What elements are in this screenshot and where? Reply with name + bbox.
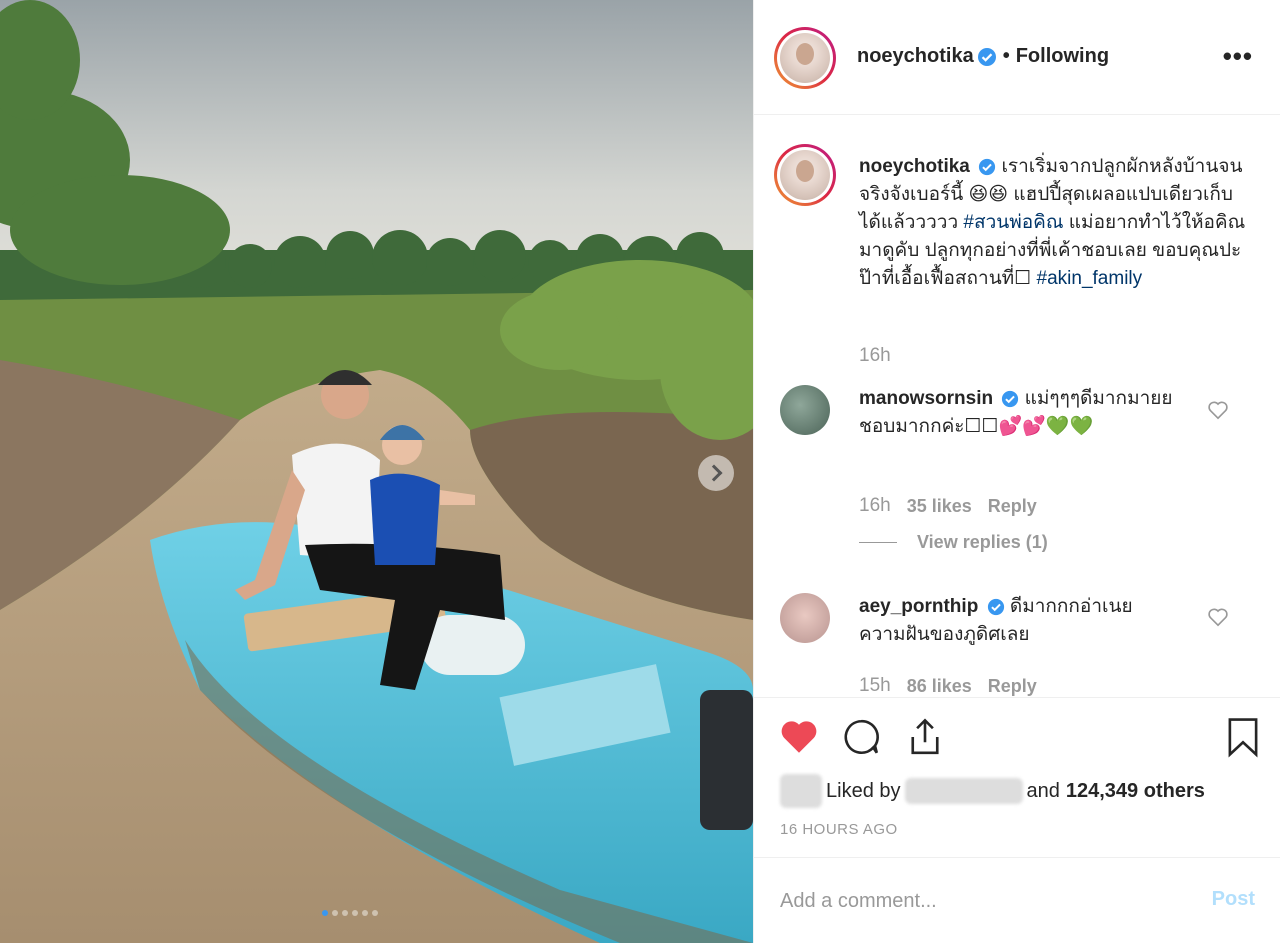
hashtag-link[interactable]: #สวนพ่อคิณ [963, 212, 1063, 233]
caption-time[interactable]: 16h [859, 345, 891, 367]
liked-heart-icon[interactable] [778, 716, 820, 758]
carousel-dot [322, 910, 328, 916]
chevron-right-icon [705, 464, 723, 482]
carousel-indicator [322, 910, 378, 916]
likes-count[interactable]: 124,349 others [1066, 780, 1205, 803]
hashtag-link[interactable]: #akin_family [1037, 268, 1143, 289]
comment-time[interactable]: 16h [859, 495, 891, 517]
separator-dot: • [1002, 45, 1010, 67]
liker-username[interactable] [904, 778, 1023, 804]
verified-badge-icon [1002, 390, 1019, 408]
photo-scene [0, 0, 753, 943]
liked-by-label: Liked by [826, 779, 901, 802]
carousel-dot [332, 910, 338, 916]
more-options-button[interactable]: ••• [1223, 43, 1253, 69]
view-replies-button[interactable]: View replies (1) [859, 532, 1048, 553]
add-comment-input[interactable] [778, 882, 1182, 920]
comment-meta: 16h 35 likes Reply [859, 495, 1037, 517]
commenter-username-link[interactable]: aey_pornthip [859, 596, 978, 617]
post-photo[interactable] [0, 0, 753, 943]
carousel-dot [372, 910, 378, 916]
share-icon[interactable] [904, 716, 946, 758]
comment-meta: 15h 86 likes Reply [859, 675, 1037, 697]
view-replies-label: View replies (1) [917, 532, 1048, 552]
post-header: noeychotika • Following ••• [754, 0, 1280, 115]
commenter-avatar[interactable] [780, 385, 830, 435]
commenter-username-link[interactable]: manowsornsin [859, 388, 993, 409]
carousel-dot [342, 910, 348, 916]
post-comment-button[interactable]: Post [1212, 888, 1255, 911]
post-timestamp[interactable]: 16 HOURS AGO [780, 821, 898, 838]
replies-divider [859, 542, 897, 543]
comment-likes[interactable]: 35 likes [907, 496, 972, 517]
caption-username-link[interactable]: noeychotika [859, 156, 970, 177]
author-avatar[interactable] [774, 27, 836, 89]
verified-badge-icon [979, 158, 996, 176]
carousel-dot [362, 910, 368, 916]
likes-summary[interactable]: Liked by and 124,349 others [780, 774, 1205, 808]
post-side-panel: noeychotika • Following ••• noeychotika [753, 0, 1280, 943]
comment-icon[interactable] [840, 716, 882, 758]
save-bookmark-icon[interactable] [1222, 716, 1264, 758]
instagram-post: noeychotika • Following ••• noeychotika [0, 0, 1280, 943]
verified-badge-icon [987, 598, 1004, 616]
caption-avatar[interactable] [774, 144, 836, 206]
likes-connector: and [1026, 779, 1060, 802]
comments-list[interactable]: noeychotika เราเริ่มจากปลูกผักหลังบ้านจน… [754, 115, 1280, 697]
post-actions: Liked by and 124,349 others 16 HOURS AGO [754, 697, 1280, 858]
add-comment-bar: Post [754, 857, 1280, 944]
liker-avatar [780, 774, 822, 808]
like-comment-heart-icon[interactable] [1207, 400, 1229, 420]
caption-text: noeychotika เราเริ่มจากปลูกผักหลังบ้านจน… [859, 153, 1249, 293]
reply-button[interactable]: Reply [988, 676, 1037, 697]
verified-badge-icon [977, 47, 996, 66]
comment-text: aey_pornthip ดีมากกกอ่าเนยความฝันของภูดิ… [859, 593, 1179, 649]
carousel-next-button[interactable] [698, 455, 734, 491]
comment-likes[interactable]: 86 likes [907, 676, 972, 697]
following-button[interactable]: Following [1016, 45, 1109, 68]
commenter-avatar[interactable] [780, 593, 830, 643]
carousel-dot [352, 910, 358, 916]
comment-time[interactable]: 15h [859, 675, 891, 697]
author-username-link[interactable]: noeychotika [857, 45, 974, 68]
like-comment-heart-icon[interactable] [1207, 607, 1229, 627]
comment-text: manowsornsin แม่ๆๆๆดีมากมายย ชอบมากกค่ะ☐… [859, 385, 1179, 441]
reply-button[interactable]: Reply [988, 496, 1037, 517]
